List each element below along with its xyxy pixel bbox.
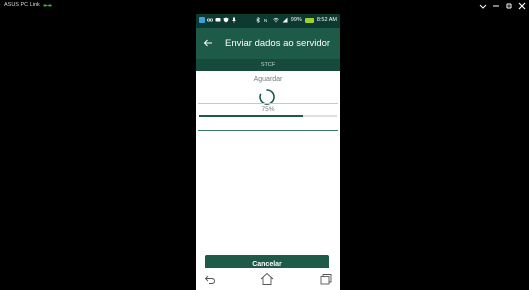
nav-home-button[interactable]: [259, 271, 275, 287]
progress-bar-fill: [199, 115, 303, 117]
divider: [198, 103, 338, 104]
link-icon: [43, 4, 52, 6]
progress-dialog: Aguardar 75% Cancelar: [196, 71, 340, 274]
android-statusbar: N 99% 8:52 AM: [196, 14, 340, 28]
back-icon: [204, 275, 215, 284]
nav-back-button[interactable]: [202, 271, 218, 287]
window-titlebar: ASUS PC Link: [0, 0, 529, 14]
app-bar: Enviar dados ao servidor: [196, 28, 340, 59]
window-title-area: ASUS PC Link: [4, 2, 52, 8]
message-icon: [215, 18, 221, 22]
page-title: Enviar dados ao servidor: [225, 38, 331, 49]
android-navbar: [196, 268, 340, 290]
minimize-button[interactable]: [491, 1, 500, 10]
window-controls: [478, 1, 526, 10]
recents-icon: [320, 274, 332, 285]
phone-screen: N 99% 8:52 AM Enviar dados ao servidor S…: [196, 14, 340, 290]
arrow-left-icon: [203, 39, 212, 47]
signal-icon: [282, 17, 288, 23]
battery-icon: [304, 17, 314, 23]
app-notification-icon: [199, 17, 205, 23]
shield-icon: [223, 17, 229, 23]
progress-percent: 75%: [261, 106, 275, 113]
home-icon: [260, 272, 274, 285]
back-button[interactable]: [201, 36, 215, 50]
voicemail-icon: [207, 18, 213, 22]
bluetooth-icon: [256, 17, 260, 23]
divider: [198, 130, 338, 131]
close-icon: [518, 2, 525, 9]
progress-bar: [199, 115, 337, 117]
svg-text:N: N: [264, 18, 267, 23]
fullscreen-icon: [505, 2, 512, 9]
collapse-button[interactable]: [478, 1, 487, 10]
system-status-icons: N 99% 8:52 AM: [255, 17, 337, 23]
pc-link-window: ASUS PC Link N 99% 8:52 AM Enviar dados …: [0, 0, 529, 290]
notification-icons: [199, 17, 237, 23]
subtitle-bar: STCF: [196, 59, 340, 71]
nfc-icon: N: [264, 18, 267, 23]
minimize-icon: [492, 5, 499, 6]
battery-percent: 99%: [290, 17, 302, 23]
chevron-down-icon: [479, 4, 486, 9]
clock: 8:52 AM: [316, 17, 337, 23]
subtitle-label: STCF: [260, 62, 276, 68]
close-button[interactable]: [517, 1, 526, 10]
window-title: ASUS PC Link: [4, 2, 40, 8]
pin-icon: [232, 17, 236, 23]
status-label: Aguardar: [253, 76, 283, 83]
fullscreen-button[interactable]: [504, 1, 513, 10]
nav-recents-button[interactable]: [318, 271, 334, 287]
wifi-icon: [273, 17, 279, 23]
